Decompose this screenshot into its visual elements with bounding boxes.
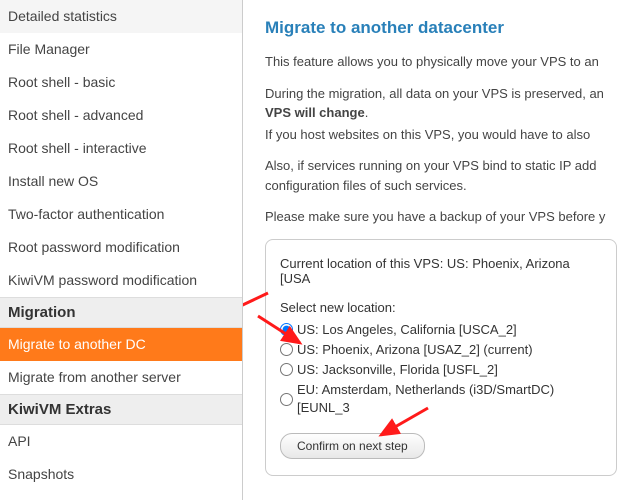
sidebar-item[interactable]: Install new OS	[0, 165, 242, 198]
location-option[interactable]: US: Phoenix, Arizona [USAZ_2] (current)	[280, 341, 602, 359]
location-option[interactable]: EU: Amsterdam, Netherlands (i3D/SmartDC)…	[280, 381, 602, 417]
location-option[interactable]: US: Jacksonville, Florida [USFL_2]	[280, 361, 602, 379]
intro-paragraph-2: During the migration, all data on your V…	[265, 84, 617, 123]
main-content: Migrate to another datacenter This featu…	[243, 0, 617, 500]
select-location-label: Select new location:	[280, 300, 602, 315]
sidebar-item[interactable]: Migrate from another server	[0, 361, 242, 394]
sidebar-item[interactable]: Detailed statistics	[0, 0, 242, 33]
section-extras: KiwiVM Extras	[0, 394, 242, 425]
location-option[interactable]: US: Los Angeles, California [USCA_2]	[280, 321, 602, 339]
backup-warning: Please make sure you have a backup of yo…	[265, 207, 617, 227]
location-radio[interactable]	[280, 343, 293, 356]
location-label: US: Los Angeles, California [USCA_2]	[297, 321, 517, 339]
confirm-button[interactable]: Confirm on next step	[280, 433, 425, 459]
sidebar-item[interactable]: Migrate to another DC	[0, 328, 242, 361]
location-label: EU: Amsterdam, Netherlands (i3D/SmartDC)…	[297, 381, 602, 417]
page-title: Migrate to another datacenter	[265, 18, 617, 38]
location-radio[interactable]	[280, 323, 293, 336]
current-location-label: Current location of this VPS: US: Phoeni…	[280, 256, 602, 286]
intro-paragraph-1: This feature allows you to physically mo…	[265, 52, 617, 72]
intro-paragraph-4: Also, if services running on your VPS bi…	[265, 156, 617, 195]
sidebar-item[interactable]: Root shell - advanced	[0, 99, 242, 132]
sidebar-item[interactable]: OpenVPN Server	[0, 491, 242, 500]
location-label: US: Jacksonville, Florida [USFL_2]	[297, 361, 498, 379]
sidebar: Detailed statisticsFile ManagerRoot shel…	[0, 0, 243, 500]
sidebar-item[interactable]: Two-factor authentication	[0, 198, 242, 231]
sidebar-item[interactable]: KiwiVM password modification	[0, 264, 242, 297]
sidebar-item[interactable]: Root shell - basic	[0, 66, 242, 99]
migration-panel: Current location of this VPS: US: Phoeni…	[265, 239, 617, 477]
sidebar-item[interactable]: Root password modification	[0, 231, 242, 264]
location-radio[interactable]	[280, 363, 293, 376]
location-label: US: Phoenix, Arizona [USAZ_2] (current)	[297, 341, 533, 359]
intro-paragraph-3: If you host websites on this VPS, you wo…	[265, 125, 617, 145]
location-radio[interactable]	[280, 393, 293, 406]
section-migration: Migration	[0, 297, 242, 328]
sidebar-item[interactable]: Snapshots	[0, 458, 242, 491]
sidebar-item[interactable]: Root shell - interactive	[0, 132, 242, 165]
sidebar-item[interactable]: File Manager	[0, 33, 242, 66]
sidebar-item[interactable]: API	[0, 425, 242, 458]
